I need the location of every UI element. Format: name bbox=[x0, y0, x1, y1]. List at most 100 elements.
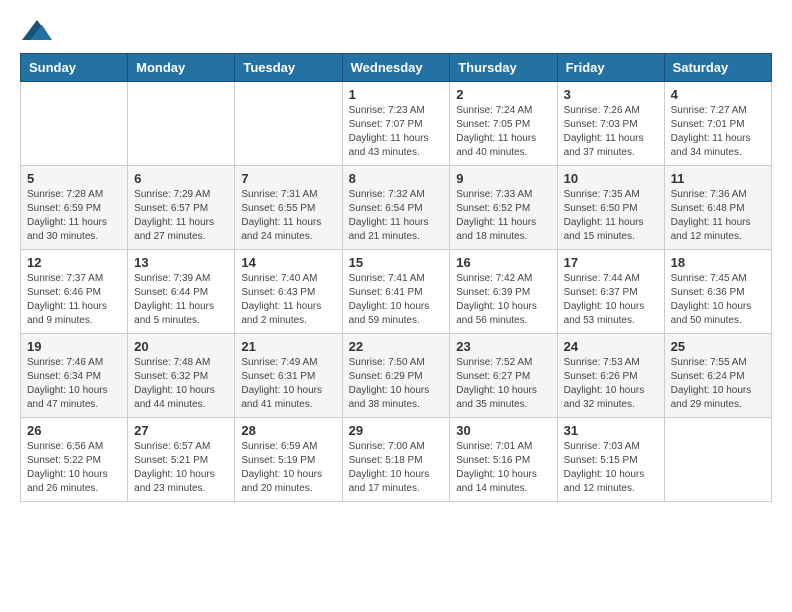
day-number: 11 bbox=[671, 171, 765, 186]
day-number: 12 bbox=[27, 255, 121, 270]
table-row bbox=[664, 418, 771, 502]
day-info: Sunrise: 7:52 AMSunset: 6:27 PMDaylight:… bbox=[456, 356, 550, 412]
calendar-table: Sunday Monday Tuesday Wednesday Thursday… bbox=[20, 53, 772, 502]
day-info: Sunrise: 7:44 AMSunset: 6:37 PMDaylight:… bbox=[564, 272, 658, 328]
day-info: Sunrise: 7:46 AMSunset: 6:34 PMDaylight:… bbox=[27, 356, 121, 412]
day-info: Sunrise: 7:50 AMSunset: 6:29 PMDaylight:… bbox=[349, 356, 444, 412]
day-info: Sunrise: 7:48 AMSunset: 6:32 PMDaylight:… bbox=[134, 356, 228, 412]
day-number: 19 bbox=[27, 339, 121, 354]
day-number: 18 bbox=[671, 255, 765, 270]
day-info: Sunrise: 6:59 AMSunset: 5:19 PMDaylight:… bbox=[241, 440, 335, 496]
calendar-week-row: 1 Sunrise: 7:23 AMSunset: 7:07 PMDaylight… bbox=[21, 82, 772, 166]
table-row: 13Sunrise: 7:39 AMSunset: 6:44 PMDayligh… bbox=[128, 250, 235, 334]
day-info: Sunrise: 7:27 AMSunset: 7:01 PMDaylight:… bbox=[671, 104, 765, 160]
day-number: 3 bbox=[564, 87, 658, 102]
col-saturday: Saturday bbox=[664, 54, 771, 82]
table-row: 3 Sunrise: 7:26 AMSunset: 7:03 PMDaylight… bbox=[557, 82, 664, 166]
table-row: 6 Sunrise: 7:29 AMSunset: 6:57 PMDaylight… bbox=[128, 166, 235, 250]
day-number: 9 bbox=[456, 171, 550, 186]
day-info: Sunrise: 7:49 AMSunset: 6:31 PMDaylight:… bbox=[241, 356, 335, 412]
day-info: Sunrise: 7:55 AMSunset: 6:24 PMDaylight:… bbox=[671, 356, 765, 412]
table-row: 7 Sunrise: 7:31 AMSunset: 6:55 PMDaylight… bbox=[235, 166, 342, 250]
day-info: Sunrise: 7:32 AMSunset: 6:54 PMDaylight:… bbox=[349, 188, 444, 244]
calendar-week-row: 5 Sunrise: 7:28 AMSunset: 6:59 PMDaylight… bbox=[21, 166, 772, 250]
day-number: 6 bbox=[134, 171, 228, 186]
day-info: Sunrise: 7:36 AMSunset: 6:48 PMDaylight:… bbox=[671, 188, 765, 244]
day-number: 5 bbox=[27, 171, 121, 186]
day-number: 15 bbox=[349, 255, 444, 270]
day-info: Sunrise: 7:26 AMSunset: 7:03 PMDaylight:… bbox=[564, 104, 658, 160]
table-row: 18Sunrise: 7:45 AMSunset: 6:36 PMDayligh… bbox=[664, 250, 771, 334]
col-wednesday: Wednesday bbox=[342, 54, 450, 82]
day-info: Sunrise: 7:41 AMSunset: 6:41 PMDaylight:… bbox=[349, 272, 444, 328]
logo-icon bbox=[22, 20, 52, 40]
day-number: 24 bbox=[564, 339, 658, 354]
day-info: Sunrise: 7:00 AMSunset: 5:18 PMDaylight:… bbox=[349, 440, 444, 496]
calendar-week-row: 12 Sunrise: 7:37 AMSunset: 6:46 PMDayligh… bbox=[21, 250, 772, 334]
day-number: 20 bbox=[134, 339, 228, 354]
logo-text bbox=[20, 20, 52, 45]
table-row: 17 Sunrise: 7:44 AMSunset: 6:37 PMDayligh… bbox=[557, 250, 664, 334]
day-number: 30 bbox=[456, 423, 550, 438]
table-row: 19 Sunrise: 7:46 AMSunset: 6:34 PMDayligh… bbox=[21, 334, 128, 418]
day-info: Sunrise: 7:42 AMSunset: 6:39 PMDaylight:… bbox=[456, 272, 550, 328]
col-tuesday: Tuesday bbox=[235, 54, 342, 82]
day-number: 8 bbox=[349, 171, 444, 186]
day-number: 14 bbox=[241, 255, 335, 270]
day-number: 25 bbox=[671, 339, 765, 354]
table-row: 27 Sunrise: 6:57 AMSunset: 5:21 PMDayligh… bbox=[128, 418, 235, 502]
day-info: Sunrise: 7:03 AMSunset: 5:15 PMDaylight:… bbox=[564, 440, 658, 496]
day-number: 4 bbox=[671, 87, 765, 102]
table-row: 9 Sunrise: 7:33 AMSunset: 6:52 PMDaylight… bbox=[450, 166, 557, 250]
table-row: 22 Sunrise: 7:50 AMSunset: 6:29 PMDayligh… bbox=[342, 334, 450, 418]
table-row: 5 Sunrise: 7:28 AMSunset: 6:59 PMDaylight… bbox=[21, 166, 128, 250]
day-number: 23 bbox=[456, 339, 550, 354]
table-row: 11 Sunrise: 7:36 AMSunset: 6:48 PMDayligh… bbox=[664, 166, 771, 250]
day-info: Sunrise: 7:29 AMSunset: 6:57 PMDaylight:… bbox=[134, 188, 228, 244]
day-info: Sunrise: 7:39 AMSunset: 6:44 PMDaylight:… bbox=[134, 272, 228, 328]
table-row: 25 Sunrise: 7:55 AMSunset: 6:24 PMDayligh… bbox=[664, 334, 771, 418]
table-row: 30Sunrise: 7:01 AMSunset: 5:16 PMDayligh… bbox=[450, 418, 557, 502]
day-info: Sunrise: 6:57 AMSunset: 5:21 PMDaylight:… bbox=[134, 440, 228, 496]
day-number: 22 bbox=[349, 339, 444, 354]
logo bbox=[20, 20, 52, 45]
table-row bbox=[235, 82, 342, 166]
day-number: 1 bbox=[349, 87, 444, 102]
table-row: 8 Sunrise: 7:32 AMSunset: 6:54 PMDaylight… bbox=[342, 166, 450, 250]
day-info: Sunrise: 7:28 AMSunset: 6:59 PMDaylight:… bbox=[27, 188, 121, 244]
table-row: 10 Sunrise: 7:35 AMSunset: 6:50 PMDayligh… bbox=[557, 166, 664, 250]
day-info: Sunrise: 7:37 AMSunset: 6:46 PMDaylight:… bbox=[27, 272, 121, 328]
table-row: 26 Sunrise: 6:56 AMSunset: 5:22 PMDayligh… bbox=[21, 418, 128, 502]
day-number: 7 bbox=[241, 171, 335, 186]
table-row: 31 Sunrise: 7:03 AMSunset: 5:15 PMDayligh… bbox=[557, 418, 664, 502]
calendar-week-row: 26 Sunrise: 6:56 AMSunset: 5:22 PMDayligh… bbox=[21, 418, 772, 502]
table-row: 28Sunrise: 6:59 AMSunset: 5:19 PMDayligh… bbox=[235, 418, 342, 502]
col-friday: Friday bbox=[557, 54, 664, 82]
table-row: 21 Sunrise: 7:49 AMSunset: 6:31 PMDayligh… bbox=[235, 334, 342, 418]
day-number: 31 bbox=[564, 423, 658, 438]
day-info: Sunrise: 7:33 AMSunset: 6:52 PMDaylight:… bbox=[456, 188, 550, 244]
table-row: 14Sunrise: 7:40 AMSunset: 6:43 PMDayligh… bbox=[235, 250, 342, 334]
table-row bbox=[21, 82, 128, 166]
day-number: 21 bbox=[241, 339, 335, 354]
page-header bbox=[20, 20, 772, 45]
table-row: 29Sunrise: 7:00 AMSunset: 5:18 PMDayligh… bbox=[342, 418, 450, 502]
day-info: Sunrise: 7:53 AMSunset: 6:26 PMDaylight:… bbox=[564, 356, 658, 412]
col-monday: Monday bbox=[128, 54, 235, 82]
day-info: Sunrise: 7:23 AMSunset: 7:07 PMDaylight:… bbox=[349, 104, 444, 160]
table-row: 15 Sunrise: 7:41 AMSunset: 6:41 PMDayligh… bbox=[342, 250, 450, 334]
day-number: 17 bbox=[564, 255, 658, 270]
calendar-week-row: 19 Sunrise: 7:46 AMSunset: 6:34 PMDayligh… bbox=[21, 334, 772, 418]
table-row: 23 Sunrise: 7:52 AMSunset: 6:27 PMDayligh… bbox=[450, 334, 557, 418]
table-row: 24 Sunrise: 7:53 AMSunset: 6:26 PMDayligh… bbox=[557, 334, 664, 418]
day-info: Sunrise: 7:35 AMSunset: 6:50 PMDaylight:… bbox=[564, 188, 658, 244]
table-row: 12 Sunrise: 7:37 AMSunset: 6:46 PMDayligh… bbox=[21, 250, 128, 334]
day-info: Sunrise: 7:31 AMSunset: 6:55 PMDaylight:… bbox=[241, 188, 335, 244]
table-row: 16Sunrise: 7:42 AMSunset: 6:39 PMDayligh… bbox=[450, 250, 557, 334]
calendar-header-row: Sunday Monday Tuesday Wednesday Thursday… bbox=[21, 54, 772, 82]
table-row: 4 Sunrise: 7:27 AMSunset: 7:01 PMDaylight… bbox=[664, 82, 771, 166]
day-info: Sunrise: 6:56 AMSunset: 5:22 PMDaylight:… bbox=[27, 440, 121, 496]
day-number: 26 bbox=[27, 423, 121, 438]
day-number: 10 bbox=[564, 171, 658, 186]
day-number: 27 bbox=[134, 423, 228, 438]
